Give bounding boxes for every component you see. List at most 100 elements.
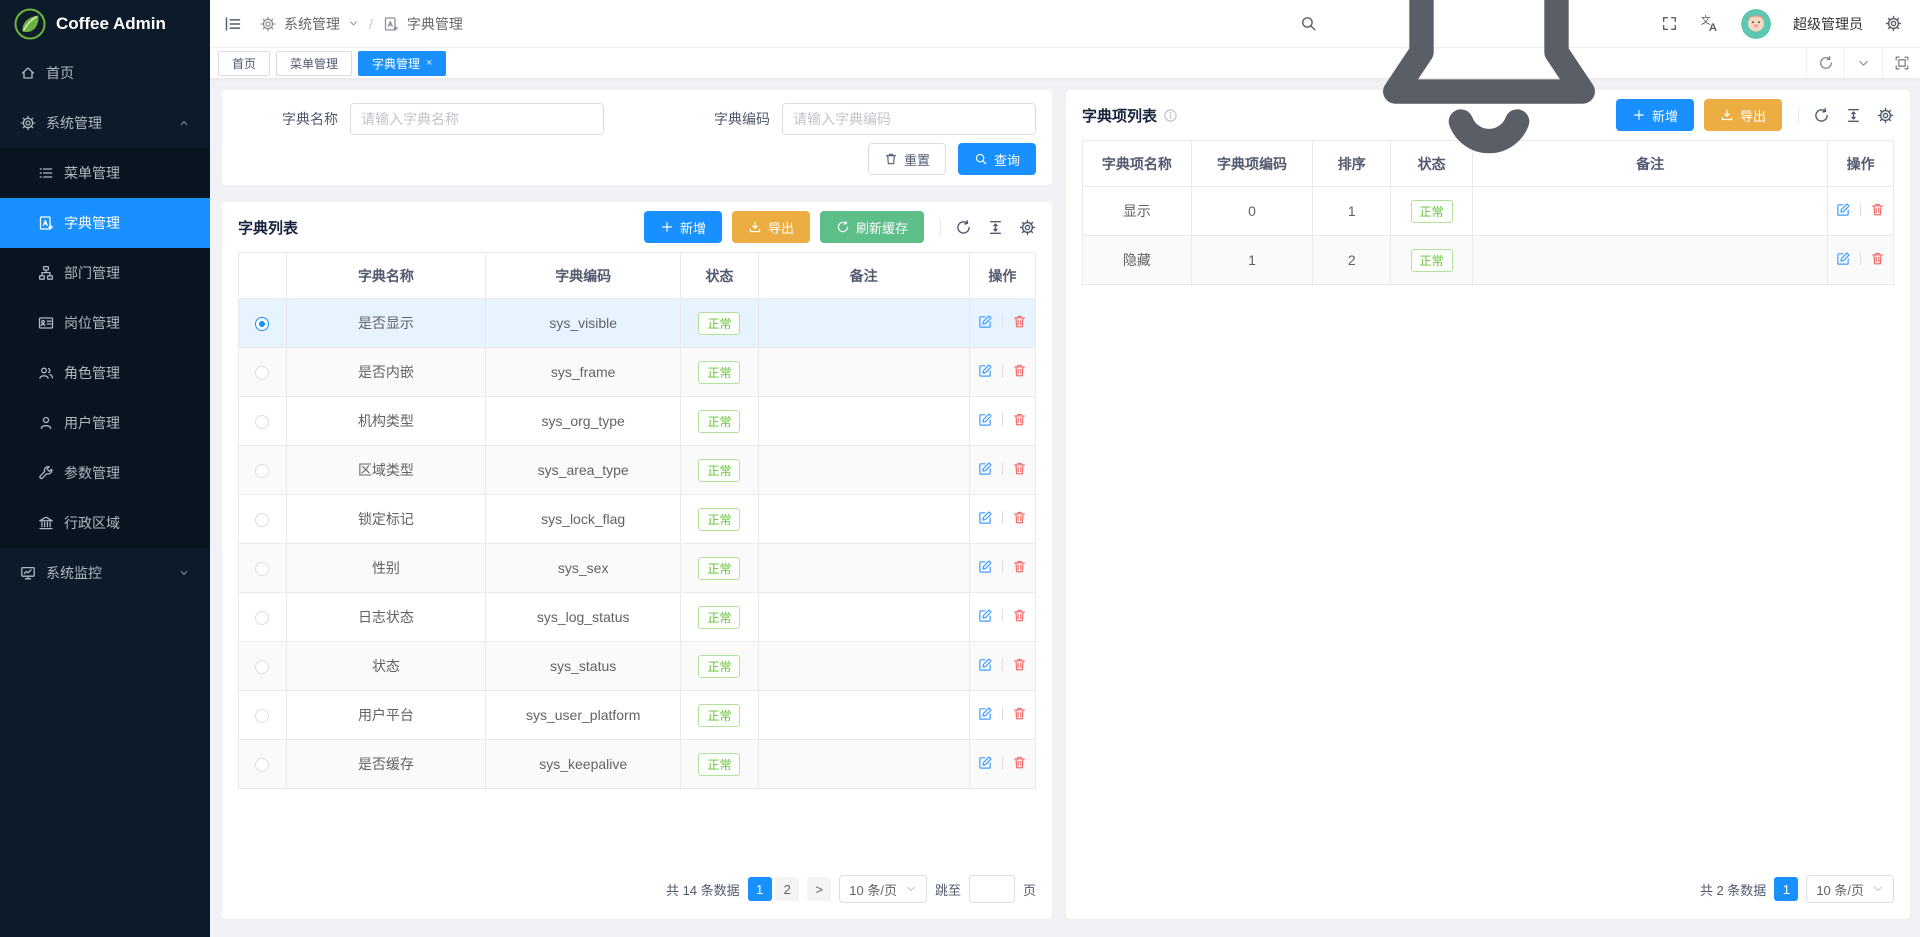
dict-code-cell: sys_lock_flag — [486, 495, 681, 544]
delete-icon[interactable] — [1012, 706, 1027, 721]
dict-table-row[interactable]: 是否显示 sys_visible 正常 — [239, 299, 1036, 348]
edit-icon[interactable] — [978, 608, 993, 623]
sidebar-item-参数管理[interactable]: 参数管理 — [0, 448, 210, 498]
table-settings-gear-icon[interactable] — [1019, 219, 1036, 236]
query-button[interactable]: 查询 — [958, 143, 1036, 175]
page-button-1[interactable]: 1 — [1774, 877, 1798, 901]
delete-icon[interactable] — [1012, 412, 1027, 427]
translate-icon[interactable]: 文A — [1700, 14, 1719, 33]
dict-code-input[interactable] — [782, 103, 1036, 135]
edit-icon[interactable] — [978, 559, 993, 574]
tab-首页[interactable]: 首页 — [218, 51, 270, 76]
refresh-table-icon[interactable] — [955, 219, 972, 236]
edit-icon[interactable] — [978, 706, 993, 721]
dict-table-row[interactable]: 状态 sys_status 正常 — [239, 642, 1036, 691]
reset-button[interactable]: 重置 — [868, 143, 946, 175]
row-radio[interactable] — [255, 415, 269, 429]
page-size-select[interactable]: 10 条/页 — [839, 875, 927, 903]
dict-table-row[interactable]: 性别 sys_sex 正常 — [239, 544, 1036, 593]
dict-table-row[interactable]: 日志状态 sys_log_status 正常 — [239, 593, 1036, 642]
column-header: 状态 — [681, 253, 758, 299]
dict-table-row[interactable]: 是否缓存 sys_keepalive 正常 — [239, 740, 1036, 789]
sidebar-item-系统监控[interactable]: 系统监控 — [0, 548, 210, 598]
edit-icon[interactable] — [1836, 251, 1851, 266]
row-radio[interactable] — [255, 366, 269, 380]
sidebar-item-行政区域[interactable]: 行政区域 — [0, 498, 210, 548]
row-radio[interactable] — [255, 758, 269, 772]
delete-icon[interactable] — [1870, 251, 1885, 266]
export-item-button[interactable]: 导出 — [1704, 99, 1782, 131]
sidebar-item-label: 系统管理 — [46, 113, 102, 133]
refresh-page-icon[interactable] — [1806, 48, 1844, 78]
dict-name-input[interactable] — [350, 103, 604, 135]
sidebar-item-岗位管理[interactable]: 岗位管理 — [0, 298, 210, 348]
delete-icon[interactable] — [1012, 461, 1027, 476]
edit-icon[interactable] — [978, 657, 993, 672]
edit-icon[interactable] — [978, 755, 993, 770]
delete-icon[interactable] — [1012, 559, 1027, 574]
delete-icon[interactable] — [1012, 363, 1027, 378]
export-dict-button[interactable]: 导出 — [732, 211, 810, 243]
row-radio[interactable] — [255, 464, 269, 478]
sidebar-item-首页[interactable]: 首页 — [0, 48, 210, 98]
row-height-icon[interactable] — [1845, 107, 1862, 124]
sidebar-item-部门管理[interactable]: 部门管理 — [0, 248, 210, 298]
fullscreen-icon[interactable] — [1661, 15, 1678, 32]
username[interactable]: 超级管理员 — [1793, 14, 1863, 34]
row-radio[interactable] — [255, 513, 269, 527]
page-button-1[interactable]: 1 — [748, 877, 772, 901]
delete-icon[interactable] — [1870, 202, 1885, 217]
content-maximize-icon[interactable] — [1882, 48, 1920, 78]
delete-icon[interactable] — [1012, 657, 1027, 672]
edit-icon[interactable] — [978, 314, 993, 329]
sidebar-item-系统管理[interactable]: 系统管理 — [0, 98, 210, 148]
dict-table-row[interactable]: 用户平台 sys_user_platform 正常 — [239, 691, 1036, 740]
sidebar-item-菜单管理[interactable]: 菜单管理 — [0, 148, 210, 198]
close-tab-icon[interactable]: × — [426, 57, 432, 69]
dict-table-row[interactable]: 锁定标记 sys_lock_flag 正常 — [239, 495, 1036, 544]
row-radio[interactable] — [255, 317, 269, 331]
sidebar-item-角色管理[interactable]: 角色管理 — [0, 348, 210, 398]
row-height-icon[interactable] — [987, 219, 1004, 236]
tab-字典管理[interactable]: 字典管理 × — [358, 51, 446, 76]
sidebar-item-用户管理[interactable]: 用户管理 — [0, 398, 210, 448]
dict-table-row[interactable]: 是否内嵌 sys_frame 正常 — [239, 348, 1036, 397]
row-radio[interactable] — [255, 611, 269, 625]
collapse-sidebar-icon[interactable] — [224, 15, 242, 33]
item-table-row[interactable]: 显示 0 1 正常 — [1083, 187, 1894, 236]
delete-icon[interactable] — [1012, 755, 1027, 770]
refresh-cache-button[interactable]: 刷新缓存 — [820, 211, 924, 243]
next-page-button[interactable]: > — [807, 877, 831, 901]
page-button-2[interactable]: 2 — [775, 877, 799, 901]
row-radio[interactable] — [255, 709, 269, 723]
breadcrumb-item-dict[interactable]: 字典管理 — [407, 14, 463, 34]
item-table-row[interactable]: 隐藏 1 2 正常 — [1083, 236, 1894, 285]
refresh-table-icon[interactable] — [1813, 107, 1830, 124]
edit-icon[interactable] — [978, 363, 993, 378]
sidebar-item-字典管理[interactable]: 字典管理 — [0, 198, 210, 248]
dict-table-row[interactable]: 区域类型 sys_area_type 正常 — [239, 446, 1036, 495]
chevron-down-icon — [905, 883, 917, 895]
edit-icon[interactable] — [978, 461, 993, 476]
edit-icon[interactable] — [978, 510, 993, 525]
delete-icon[interactable] — [1012, 608, 1027, 623]
row-radio[interactable] — [255, 660, 269, 674]
avatar[interactable] — [1741, 9, 1771, 39]
tab-菜单管理[interactable]: 菜单管理 — [276, 51, 352, 76]
table-settings-gear-icon[interactable] — [1877, 107, 1894, 124]
add-dict-button[interactable]: 新增 — [644, 211, 722, 243]
delete-icon[interactable] — [1012, 510, 1027, 525]
notifications-button[interactable] — [1339, 0, 1639, 174]
search-icon[interactable] — [1300, 15, 1317, 32]
settings-gear-icon[interactable] — [1885, 15, 1902, 32]
row-radio[interactable] — [255, 562, 269, 576]
app-logo[interactable]: Coffee Admin — [0, 0, 210, 48]
edit-icon[interactable] — [978, 412, 993, 427]
dict-table-row[interactable]: 机构类型 sys_org_type 正常 — [239, 397, 1036, 446]
edit-icon[interactable] — [1836, 202, 1851, 217]
breadcrumb-item-system[interactable]: 系统管理 — [284, 14, 340, 34]
tab-menu-chevron-icon[interactable] — [1844, 48, 1882, 78]
page-size-select[interactable]: 10 条/页 — [1806, 875, 1894, 903]
jump-page-input[interactable] — [969, 875, 1015, 903]
delete-icon[interactable] — [1012, 314, 1027, 329]
